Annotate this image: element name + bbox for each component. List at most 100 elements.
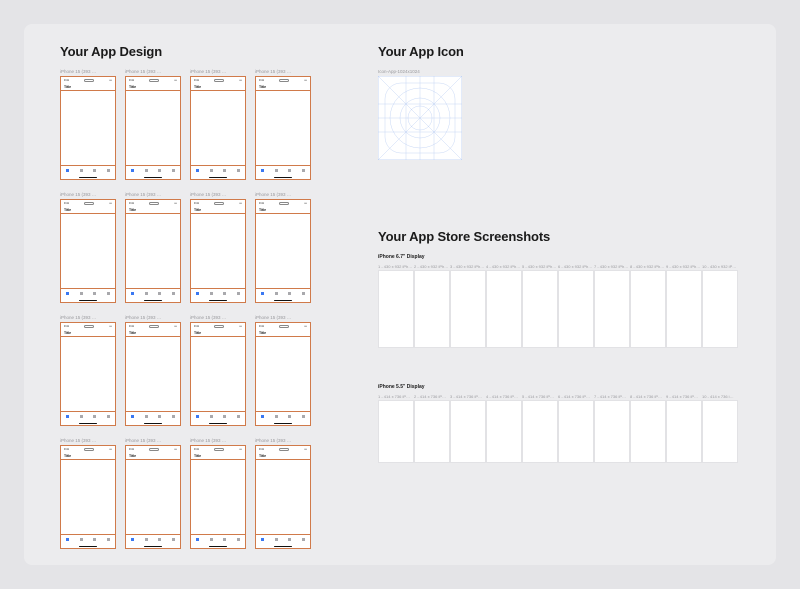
tab-item[interactable] — [288, 169, 291, 172]
tab-item[interactable] — [237, 538, 240, 541]
tab-item[interactable] — [80, 169, 83, 172]
tab-item[interactable] — [158, 538, 161, 541]
tab-item[interactable] — [210, 415, 213, 418]
screenshot-frame[interactable] — [666, 400, 702, 463]
screenshot-frame[interactable] — [414, 400, 450, 463]
tab-item[interactable] — [66, 169, 69, 172]
tab-item[interactable] — [196, 292, 199, 295]
screenshot-frame[interactable] — [558, 270, 594, 348]
tab-item[interactable] — [107, 169, 110, 172]
tab-item[interactable] — [93, 415, 96, 418]
tab-item[interactable] — [172, 169, 175, 172]
phone-frame[interactable]: 9:41•••Title — [125, 199, 181, 303]
phone-frame[interactable]: 9:41•••Title — [255, 76, 311, 180]
tab-item[interactable] — [172, 292, 175, 295]
screenshot-frame[interactable] — [558, 400, 594, 463]
tab-item[interactable] — [288, 292, 291, 295]
tab-item[interactable] — [80, 415, 83, 418]
app-icon-frame[interactable] — [378, 76, 462, 160]
tab-item[interactable] — [131, 538, 134, 541]
tab-item[interactable] — [145, 169, 148, 172]
tab-item[interactable] — [302, 169, 305, 172]
phone-frame[interactable]: 9:41•••Title — [190, 445, 246, 549]
screenshot-frame[interactable] — [630, 270, 666, 348]
tab-item[interactable] — [237, 415, 240, 418]
tab-item[interactable] — [66, 292, 69, 295]
tab-item[interactable] — [261, 538, 264, 541]
phone-frame[interactable]: 9:41•••Title — [255, 199, 311, 303]
tab-item[interactable] — [210, 292, 213, 295]
tab-item[interactable] — [93, 538, 96, 541]
screenshot-frame[interactable] — [450, 400, 486, 463]
tab-item[interactable] — [302, 292, 305, 295]
screenshot-frame[interactable] — [414, 270, 450, 348]
screenshot-frame[interactable] — [378, 400, 414, 463]
tab-item[interactable] — [302, 415, 305, 418]
screenshot-frame[interactable] — [486, 400, 522, 463]
screenshot-frame[interactable] — [486, 270, 522, 348]
tab-item[interactable] — [107, 538, 110, 541]
tab-item[interactable] — [131, 415, 134, 418]
tab-item[interactable] — [275, 415, 278, 418]
screenshot-frame[interactable] — [594, 270, 630, 348]
tab-item[interactable] — [223, 169, 226, 172]
tab-item[interactable] — [196, 538, 199, 541]
screenshot-frame[interactable] — [450, 270, 486, 348]
tab-item[interactable] — [158, 292, 161, 295]
tab-item[interactable] — [131, 169, 134, 172]
tab-item[interactable] — [275, 169, 278, 172]
tab-item[interactable] — [237, 169, 240, 172]
tab-item[interactable] — [172, 538, 175, 541]
tab-item[interactable] — [93, 169, 96, 172]
phone-frame[interactable]: 9:41•••Title — [125, 76, 181, 180]
phone-frame[interactable]: 9:41•••Title — [60, 445, 116, 549]
tab-item[interactable] — [66, 415, 69, 418]
tab-item[interactable] — [80, 292, 83, 295]
tab-item[interactable] — [261, 169, 264, 172]
tab-item[interactable] — [66, 538, 69, 541]
tab-item[interactable] — [93, 292, 96, 295]
screenshot-frame[interactable] — [630, 400, 666, 463]
tab-item[interactable] — [223, 292, 226, 295]
phone-frame[interactable]: 9:41•••Title — [255, 445, 311, 549]
phone-frame[interactable]: 9:41•••Title — [190, 199, 246, 303]
screenshot-frame[interactable] — [666, 270, 702, 348]
screenshot-frame[interactable] — [378, 270, 414, 348]
tab-item[interactable] — [172, 415, 175, 418]
tab-item[interactable] — [261, 415, 264, 418]
phone-frame[interactable]: 9:41•••Title — [60, 76, 116, 180]
tab-item[interactable] — [158, 169, 161, 172]
phone-frame[interactable]: 9:41•••Title — [255, 322, 311, 426]
tab-item[interactable] — [196, 415, 199, 418]
tab-item[interactable] — [196, 169, 199, 172]
tab-item[interactable] — [223, 538, 226, 541]
tab-item[interactable] — [223, 415, 226, 418]
tab-item[interactable] — [210, 538, 213, 541]
phone-frame[interactable]: 9:41•••Title — [190, 76, 246, 180]
phone-frame[interactable]: 9:41•••Title — [125, 445, 181, 549]
tab-item[interactable] — [145, 538, 148, 541]
tab-item[interactable] — [275, 292, 278, 295]
tab-item[interactable] — [145, 292, 148, 295]
screenshot-frame[interactable] — [522, 400, 558, 463]
tab-item[interactable] — [80, 538, 83, 541]
tab-item[interactable] — [261, 292, 264, 295]
phone-frame[interactable]: 9:41•••Title — [60, 199, 116, 303]
design-canvas[interactable]: Your App Design Your App Icon Your App S… — [24, 24, 776, 565]
screenshot-frame[interactable] — [522, 270, 558, 348]
tab-item[interactable] — [288, 538, 291, 541]
tab-item[interactable] — [275, 538, 278, 541]
tab-item[interactable] — [302, 538, 305, 541]
tab-item[interactable] — [107, 415, 110, 418]
tab-item[interactable] — [158, 415, 161, 418]
screenshot-frame[interactable] — [702, 400, 738, 463]
phone-frame[interactable]: 9:41•••Title — [60, 322, 116, 426]
tab-item[interactable] — [131, 292, 134, 295]
tab-item[interactable] — [288, 415, 291, 418]
tab-item[interactable] — [237, 292, 240, 295]
tab-item[interactable] — [210, 169, 213, 172]
tab-item[interactable] — [107, 292, 110, 295]
tab-item[interactable] — [145, 415, 148, 418]
phone-frame[interactable]: 9:41•••Title — [190, 322, 246, 426]
phone-frame[interactable]: 9:41•••Title — [125, 322, 181, 426]
